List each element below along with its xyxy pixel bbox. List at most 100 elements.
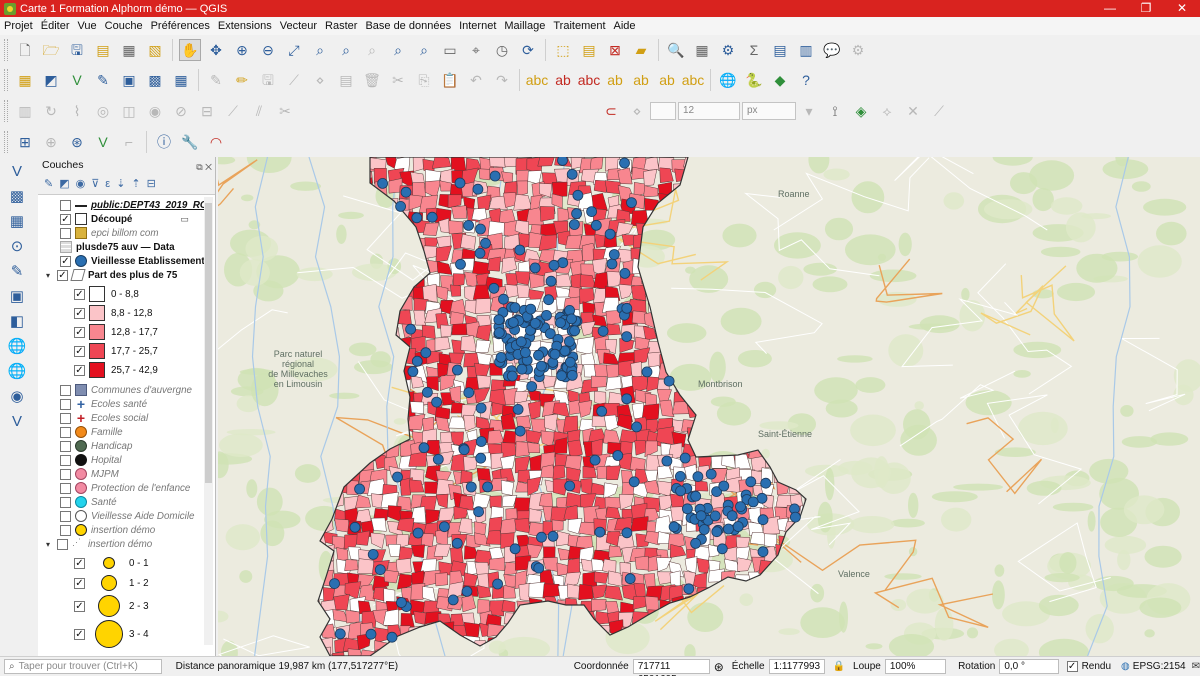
mesh-edit-icon[interactable]: ⊛ — [66, 131, 88, 153]
deselect-icon[interactable]: ⊠ — [604, 39, 626, 61]
layer-checkbox[interactable] — [60, 426, 71, 438]
style-manager-icon[interactable]: ▧ — [144, 39, 166, 61]
size-class-row[interactable]: ✓ 2 - 3 — [74, 594, 149, 618]
zoom-next-icon[interactable]: ⌕ — [413, 39, 435, 61]
vertex-tool-icon[interactable]: ⋄ — [309, 69, 331, 91]
layer-checkbox[interactable]: ✓ — [57, 269, 68, 281]
layer-checkbox[interactable]: ✓ — [60, 255, 71, 267]
open-project-icon[interactable]: 🗁 — [40, 39, 62, 61]
virtual-layer-icon[interactable]: ▣ — [118, 69, 140, 91]
layer-row-dept[interactable]: public:DEPT43_2019_ROL — [60, 198, 204, 212]
layer-row-mjpm[interactable]: MJPM — [60, 467, 119, 481]
offset-curve-icon[interactable]: ⫽ — [248, 100, 270, 122]
snapping-unit-select[interactable]: px — [742, 102, 796, 120]
snap-intersection-icon[interactable]: ✕ — [902, 100, 924, 122]
class-checkbox[interactable]: ✓ — [74, 288, 85, 300]
vector-edit-icon[interactable]: V — [92, 131, 114, 153]
layer-checkbox[interactable] — [60, 199, 71, 211]
label-pin-icon[interactable]: ab — [552, 69, 574, 91]
gps-tracking-icon[interactable]: ◠ — [205, 131, 227, 153]
add-mesh-layer-icon[interactable]: ▦ — [4, 210, 30, 232]
add-virtual-layer-icon[interactable]: V — [4, 410, 30, 432]
magnifier-field[interactable]: 100% — [884, 659, 947, 674]
layout-manager-icon[interactable]: ▦ — [118, 39, 140, 61]
cut-features-icon[interactable]: ✂ — [387, 69, 409, 91]
current-edits-icon[interactable]: ✎ — [205, 69, 227, 91]
zoom-layer-icon[interactable]: ⌕ — [335, 39, 357, 61]
menu-maillage[interactable]: Maillage — [500, 17, 549, 35]
avoid-overlap-icon[interactable]: ◈ — [850, 100, 872, 122]
layer-row-handicap[interactable]: Handicap — [60, 439, 132, 453]
filter-legend-icon[interactable]: ⊽ — [91, 177, 99, 190]
label-move-icon[interactable]: ab — [630, 69, 652, 91]
wrench-icon[interactable]: 🔧 — [179, 131, 201, 153]
add-group-icon[interactable]: ◩ — [59, 177, 69, 190]
layer-checkbox[interactable] — [60, 412, 71, 424]
settings-gear-icon[interactable]: ⚙ — [717, 39, 739, 61]
remove-layer-icon[interactable]: ⊟ — [147, 177, 156, 190]
add-vector-layer-icon[interactable]: V — [4, 160, 30, 182]
add-wms-icon[interactable]: 🌐 — [4, 335, 30, 357]
filter-indicator-icon[interactable]: ▭ — [180, 214, 189, 225]
data-source-manager-icon[interactable]: ▦ — [14, 69, 36, 91]
identify-icon[interactable]: 🔍 — [665, 39, 687, 61]
legend-class-row[interactable]: ✓ 25,7 - 42,9 — [74, 361, 158, 379]
layer-checkbox[interactable] — [60, 510, 71, 522]
layer-styling-icon[interactable]: ◆ — [769, 69, 791, 91]
split-features-icon[interactable]: ✂ — [274, 100, 296, 122]
bookmark-icon[interactable]: ⌖ — [465, 39, 487, 61]
pan-hand-icon[interactable]: ✋ — [179, 39, 201, 61]
layer-checkbox[interactable] — [60, 440, 71, 452]
toggle-extent-icon[interactable]: ⊛ — [714, 660, 724, 674]
messages-icon[interactable]: ✉ — [1192, 661, 1200, 672]
menu-vecteur[interactable]: Vecteur — [276, 17, 321, 35]
layer-row-insertion-graduated[interactable]: ▾ ⋰ insertion démo — [46, 537, 152, 551]
pan-to-selection-icon[interactable]: ✥ — [205, 39, 227, 61]
add-wcs-icon[interactable]: ◉ — [4, 385, 30, 407]
snapping-type-field[interactable] — [650, 102, 676, 120]
add-wfs-icon[interactable]: 🌐 — [4, 360, 30, 382]
size-class-row[interactable]: ✓ 0 - 1 — [74, 554, 149, 572]
menu-extensions[interactable]: Extensions — [214, 17, 276, 35]
layer-checkbox[interactable] — [60, 227, 71, 239]
expand-all-icon[interactable]: ⇣ — [116, 177, 125, 190]
label-change-icon[interactable]: abc — [682, 69, 705, 91]
menu-raster[interactable]: Raster — [321, 17, 361, 35]
layer-row-plusde75[interactable]: plusde75 auv — Data — [60, 240, 175, 254]
modify-attributes-icon[interactable]: ▤ — [335, 69, 357, 91]
select-location-icon[interactable]: ▰ — [630, 39, 652, 61]
collapse-icon[interactable]: ▾ — [46, 271, 54, 280]
delete-part-icon[interactable]: ⊟ — [196, 100, 218, 122]
class-checkbox[interactable]: ✓ — [74, 557, 85, 569]
menu-traitement[interactable]: Traitement — [549, 17, 609, 35]
align-icon[interactable]: ▥ — [14, 100, 36, 122]
lock-scale-icon[interactable]: 🔒 — [833, 661, 845, 672]
label-highlight-icon[interactable]: abc — [578, 69, 601, 91]
class-checkbox[interactable]: ✓ — [74, 307, 85, 319]
select-by-value-icon[interactable]: ▤ — [578, 39, 600, 61]
scale-field[interactable]: 1:1177993 — [768, 659, 825, 674]
annotation-icon[interactable]: 💬 — [821, 39, 843, 61]
visibility-eye-icon[interactable]: ◉ — [76, 177, 86, 190]
snapping-options-icon[interactable]: ▾ — [798, 100, 820, 122]
plugin-search-icon[interactable]: ⚙ — [847, 39, 869, 61]
attribute-table-icon[interactable]: ▦ — [691, 39, 713, 61]
class-checkbox[interactable]: ✓ — [74, 628, 85, 640]
toggle-editing-pencil-icon[interactable]: ✏ — [231, 69, 253, 91]
menu-couche[interactable]: Couche — [101, 17, 147, 35]
menu-internet[interactable]: Internet — [455, 17, 500, 35]
snapping-mode-icon[interactable]: ⋄ — [626, 100, 648, 122]
layer-row-vieillesse[interactable]: ✓ Vieillesse Etablissements — [60, 254, 204, 268]
python-console-icon[interactable]: 🐍 — [743, 69, 765, 91]
zoom-native-icon[interactable]: ⌕ — [361, 39, 383, 61]
legend-class-row[interactable]: ✓ 8,8 - 12,8 — [74, 304, 152, 322]
layer-row-epci[interactable]: epci billom com — [60, 226, 159, 240]
layer-checkbox[interactable] — [60, 482, 71, 494]
label-abc-icon[interactable]: abc — [526, 69, 549, 91]
layer-checkbox[interactable] — [60, 384, 71, 396]
sum-statistics-icon[interactable]: Σ — [743, 39, 765, 61]
menu-editer[interactable]: Éditer — [37, 17, 74, 35]
layer-checkbox[interactable] — [60, 468, 71, 480]
legend-class-row[interactable]: ✓ 17,7 - 25,7 — [74, 342, 158, 360]
layers-scrollbar[interactable] — [204, 197, 213, 645]
